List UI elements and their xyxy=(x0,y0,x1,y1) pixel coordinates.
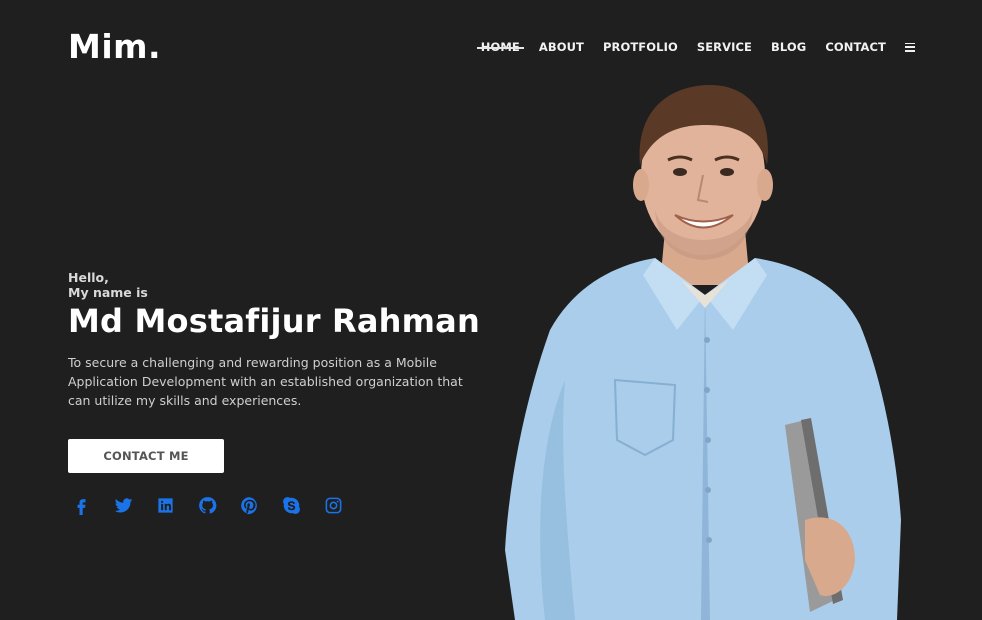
facebook-link[interactable] xyxy=(72,494,114,516)
nav-about[interactable]: ABOUT xyxy=(539,40,584,54)
pinterest-icon xyxy=(241,496,257,514)
twitter-link[interactable] xyxy=(114,494,156,516)
instagram-icon xyxy=(325,497,342,513)
nav-contact[interactable]: CONTACT xyxy=(825,40,886,54)
github-icon xyxy=(199,496,217,514)
skype-link[interactable] xyxy=(282,494,324,516)
twitter-icon xyxy=(114,497,133,513)
linkedin-link[interactable] xyxy=(156,494,198,516)
hero-name: Md Mostafijur Rahman xyxy=(68,302,480,340)
greeting-line-2: My name is xyxy=(68,285,148,300)
hero-portrait-image xyxy=(505,85,901,620)
nav-service[interactable]: SERVICE xyxy=(697,40,752,54)
linkedin-icon xyxy=(158,497,173,513)
greeting-line-1: Hello, xyxy=(68,270,109,285)
hero-intro: Hello, My name is Md Mostafijur Rahman T… xyxy=(68,270,488,410)
hamburger-menu-icon[interactable] xyxy=(905,42,915,52)
nav-home[interactable]: HOME xyxy=(476,40,524,54)
site-logo[interactable]: Mim. xyxy=(68,30,161,63)
instagram-link[interactable] xyxy=(324,494,366,516)
nav-portfolio[interactable]: PROTFOLIO xyxy=(603,40,678,54)
hero-description: To secure a challenging and rewarding po… xyxy=(68,355,463,408)
nav-blog[interactable]: BLOG xyxy=(771,40,806,54)
contact-me-button[interactable]: CONTACT ME xyxy=(68,439,224,473)
main-nav: HOME ABOUT PROTFOLIO SERVICE BLOG CONTAC… xyxy=(476,40,915,54)
social-links xyxy=(72,494,366,516)
skype-icon xyxy=(283,496,300,514)
pinterest-link[interactable] xyxy=(240,494,282,516)
facebook-icon xyxy=(77,498,86,515)
github-link[interactable] xyxy=(198,494,240,516)
